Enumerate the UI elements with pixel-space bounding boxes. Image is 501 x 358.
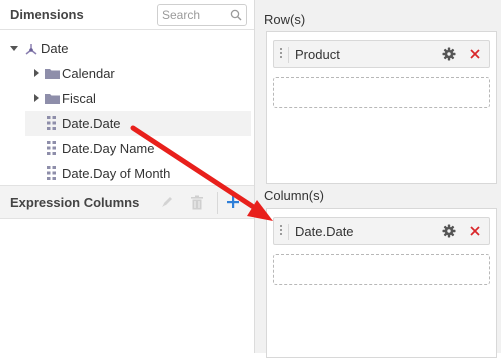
columns-drop-panel[interactable]: Date.Date [266,208,497,358]
folder-icon [45,94,60,104]
tree-item-date[interactable]: Date [0,36,254,61]
pencil-icon[interactable] [160,195,174,209]
columns-drop-zone[interactable] [273,254,490,285]
rows-title: Row(s) [264,12,306,27]
dimensions-title: Dimensions [10,7,84,22]
tree-item-label: Date [41,41,69,56]
tree-item-date-date[interactable]: Date.Date [25,111,251,136]
dimension-icon [25,44,37,55]
tree-item-label: Date.Day Name [62,141,155,156]
gear-icon[interactable] [442,224,456,238]
remove-icon[interactable] [468,47,482,61]
drag-handle[interactable] [280,225,282,238]
rows-drop-panel[interactable]: Product [266,31,497,184]
gear-icon[interactable] [442,47,456,61]
folder-icon [45,69,60,79]
field-grid-icon [47,116,56,130]
left-panel: Dimensions Date Calendar Fis [0,0,254,353]
columns-title: Column(s) [264,188,324,203]
tree-item-fiscal[interactable]: Fiscal [0,86,254,111]
rows-field-pill[interactable]: Product [273,40,490,68]
rows-drop-zone[interactable] [273,77,490,108]
pill-label: Date.Date [288,224,354,240]
search-input[interactable] [162,6,226,24]
remove-icon[interactable] [468,224,482,238]
tree-item-label: Calendar [62,66,115,81]
tree-item-label: Date.Date [62,116,121,131]
toolbar-separator [217,192,218,214]
trash-icon[interactable] [190,195,204,210]
field-grid-icon [47,141,56,155]
tree-item-calendar[interactable]: Calendar [0,61,254,86]
expand-arrow-icon[interactable] [34,94,39,102]
search-box[interactable] [157,4,247,26]
field-grid-icon [47,166,56,180]
tree-item-label: Date.Day of Month [62,166,171,181]
drag-handle[interactable] [280,48,282,61]
expand-arrow-icon[interactable] [34,69,39,77]
dimensions-header: Dimensions [0,0,254,30]
search-icon[interactable] [230,9,242,21]
expression-columns-header: Expression Columns [0,185,254,219]
expression-columns-title: Expression Columns [10,195,140,210]
columns-field-pill[interactable]: Date.Date [273,217,490,245]
collapse-arrow-icon[interactable] [10,46,18,51]
pill-label: Product [288,47,340,63]
add-icon[interactable] [226,195,240,209]
tree-item-date-day-name[interactable]: Date.Day Name [0,136,254,161]
tree-item-label: Fiscal [62,91,96,106]
right-panel: Row(s) Product Column(s) Date.Date [255,0,501,358]
tree-item-date-day-of-month[interactable]: Date.Day of Month [0,161,254,186]
